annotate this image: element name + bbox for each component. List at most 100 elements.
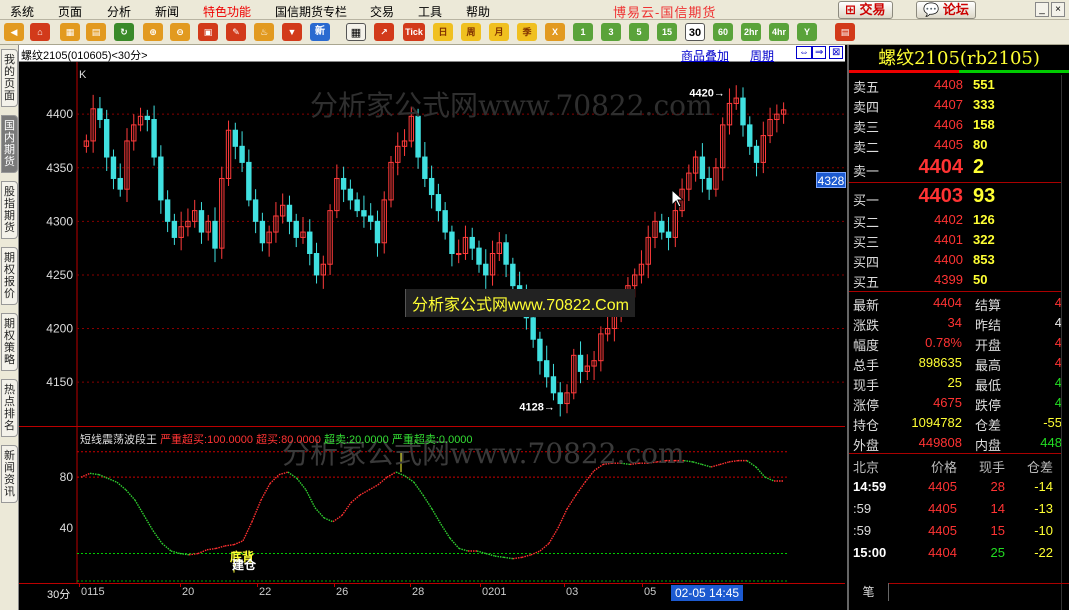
bid-row-2[interactable]: 买二 4402 126 <box>849 210 1062 230</box>
period-label: 30分 <box>47 589 71 601</box>
ind-segment <box>215 545 226 550</box>
table-icon[interactable]: ▦ <box>346 23 366 41</box>
x-tick-3 <box>334 584 335 587</box>
home-icon[interactable]: ⌂ <box>30 23 50 41</box>
candle-body <box>293 220 299 238</box>
period-button-60[interactable]: 60 <box>713 23 733 41</box>
next-icon[interactable]: ⇒ <box>812 46 827 59</box>
x-label-2: 22 <box>259 586 272 598</box>
tick-diff: -10 <box>1034 523 1053 538</box>
menu-analysis[interactable]: 分析 <box>107 3 131 20</box>
alert-icon[interactable]: ♨ <box>254 23 274 41</box>
ind-segment <box>521 554 532 559</box>
menu-trade[interactable]: 交易 <box>370 3 394 20</box>
stat-value: 0.78% <box>925 335 962 350</box>
ask-row-4[interactable]: 卖四 4407 333 <box>849 95 1062 115</box>
quote-scrollbar[interactable] <box>1061 75 1069 610</box>
period-button-周[interactable]: 周 <box>461 23 481 41</box>
bid-row-4[interactable]: 买四 4400 853 <box>849 250 1062 270</box>
trade-icon: ⊞ <box>845 2 856 17</box>
ind-segment <box>431 508 442 525</box>
candle <box>591 351 597 380</box>
ind-segment <box>125 489 136 501</box>
period-button-2hr[interactable]: 2hr <box>741 23 761 41</box>
ind-segment <box>224 543 235 547</box>
candle <box>171 213 178 245</box>
candle <box>753 139 760 177</box>
candle-body <box>361 210 367 217</box>
candle <box>103 109 110 171</box>
maximize-icon[interactable]: ⊠ <box>829 46 844 59</box>
candle-body <box>577 354 584 372</box>
candle <box>442 202 448 240</box>
period-button-tick[interactable]: Tick <box>403 23 425 41</box>
candle-body <box>144 115 151 121</box>
period-button-5[interactable]: 5 <box>629 23 649 41</box>
x-label-3: 26 <box>336 586 349 598</box>
period-button-30[interactable]: 30 <box>685 23 705 41</box>
period-button-日[interactable]: 日 <box>433 23 453 41</box>
ask-row-5[interactable]: 卖五 4408 551 <box>849 75 1062 95</box>
param-severe-oversold: 严重超卖:0.0000 <box>391 434 473 446</box>
menu-system[interactable]: 系统 <box>10 3 34 20</box>
ask-row-1[interactable]: 卖一 4404 2 <box>849 155 1062 181</box>
split-icon[interactable]: ⇔ <box>796 46 812 59</box>
bid-row-5[interactable]: 买五 4399 50 <box>849 270 1062 290</box>
left-tab-0[interactable]: 我 的 页 面 <box>1 49 18 107</box>
line-chart-icon[interactable]: ↗ <box>374 23 394 41</box>
zoom-out-icon[interactable]: ⊖ <box>170 23 190 41</box>
period-button-月[interactable]: 月 <box>489 23 509 41</box>
menu-page[interactable]: 页面 <box>58 3 82 20</box>
candle <box>374 210 381 257</box>
period-button-x[interactable]: X <box>545 23 565 41</box>
candle-body <box>340 177 347 190</box>
zoom-in-icon[interactable]: ⊕ <box>143 23 163 41</box>
candle <box>747 116 753 155</box>
menu-help[interactable]: 帮助 <box>466 3 490 20</box>
period-button-y[interactable]: Y <box>797 23 817 41</box>
left-tab-1[interactable]: 国 内 期 货 <box>1 115 18 173</box>
period-button-1[interactable]: 1 <box>573 23 593 41</box>
new-icon[interactable]: 新 <box>310 23 330 41</box>
layers-icon[interactable]: ▣ <box>198 23 218 41</box>
forum-button[interactable]: 💬 论坛 <box>916 1 976 19</box>
refresh-icon[interactable]: ↻ <box>114 23 134 41</box>
tick-price: 4404 <box>928 545 957 560</box>
candle <box>361 195 367 228</box>
filter-icon[interactable]: ▼ <box>282 23 302 41</box>
tick-tab[interactable]: 笔 <box>849 583 889 601</box>
left-tabs: 我 的 页 面国 内 期 货股 指 期 货期 权 报 价期 权 策 略热 点 排… <box>0 45 19 610</box>
candle-body <box>449 231 455 254</box>
back-icon[interactable]: ◀ <box>4 23 24 41</box>
menu-guoxin-column[interactable]: 国信期货专栏 <box>275 3 347 20</box>
menu-special[interactable]: 特色功能 <box>203 3 251 20</box>
ask-row-3[interactable]: 卖三 4406 158 <box>849 115 1062 135</box>
market-icon[interactable]: ▦ <box>60 23 80 41</box>
left-tab-4[interactable]: 期 权 策 略 <box>1 313 18 371</box>
minimize-icon[interactable]: _ <box>1035 2 1049 17</box>
left-tab-2[interactable]: 股 指 期 货 <box>1 181 18 239</box>
period-button-季[interactable]: 季 <box>517 23 537 41</box>
calculator-icon[interactable]: ▤ <box>835 23 855 41</box>
draw-pen-icon[interactable]: ✎ <box>226 23 246 41</box>
close-icon[interactable]: × <box>1051 2 1065 17</box>
menu-news[interactable]: 新闻 <box>155 3 179 20</box>
trade-button[interactable]: ⊞ 交易 <box>838 1 893 19</box>
left-tab-6[interactable]: 新 闻 资 讯 <box>1 445 18 503</box>
candle <box>740 87 746 137</box>
period-button-3[interactable]: 3 <box>601 23 621 41</box>
bid-row-3[interactable]: 买三 4401 322 <box>849 230 1062 250</box>
left-tab-5[interactable]: 热 点 排 名 <box>1 379 18 437</box>
ask-row-2[interactable]: 卖二 4405 80 <box>849 135 1062 155</box>
quote-list-icon[interactable]: ▤ <box>86 23 106 41</box>
menu-tools[interactable]: 工具 <box>418 3 442 20</box>
x-tick-2 <box>257 584 258 587</box>
candle-body <box>212 220 218 249</box>
bid-row-1[interactable]: 买一 4403 93 <box>849 184 1062 210</box>
left-tab-3[interactable]: 期 权 报 价 <box>1 247 18 305</box>
y-tick-4350: 4350 <box>46 161 73 175</box>
ind-segment <box>764 476 775 482</box>
period-button-4hr[interactable]: 4hr <box>769 23 789 41</box>
candle <box>164 190 171 233</box>
period-button-15[interactable]: 15 <box>657 23 677 41</box>
